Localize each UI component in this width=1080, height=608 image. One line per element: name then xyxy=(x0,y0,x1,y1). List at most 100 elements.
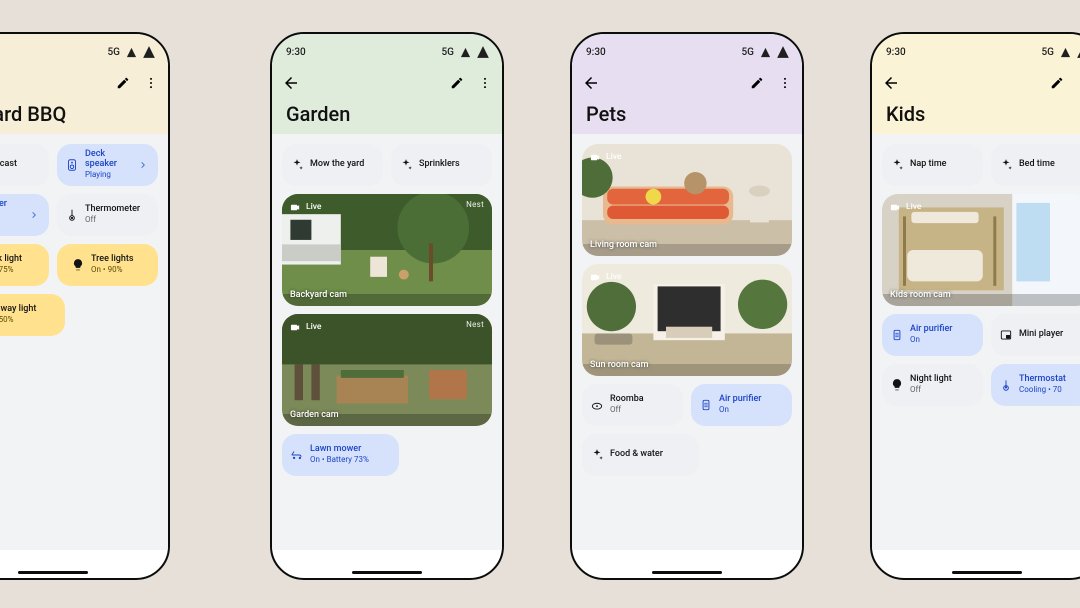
device-chip[interactable]: Bed time xyxy=(991,144,1080,186)
signal-icon xyxy=(124,45,138,59)
status-time: 9:30 xyxy=(286,47,306,58)
camera-card[interactable]: Live Kids room cam xyxy=(882,194,1080,306)
device-chip[interactable]: Sprinklers xyxy=(391,144,492,186)
device-sub: Cooling • 70 xyxy=(1019,386,1066,395)
cam-icon xyxy=(288,200,302,214)
back-icon[interactable] xyxy=(582,74,600,92)
device-chip[interactable]: Thermometer Off xyxy=(57,194,158,236)
purifier-icon xyxy=(890,328,904,342)
device-label: Broadcast xyxy=(0,160,17,170)
device-label: Nap time xyxy=(910,160,946,170)
status-network: 5G xyxy=(108,47,121,58)
miniplayer-icon xyxy=(999,328,1013,342)
signal-icon xyxy=(142,45,156,59)
mower-icon xyxy=(290,448,304,462)
device-chip[interactable]: Tree lights On • 90% xyxy=(57,244,158,286)
device-label: Roomba xyxy=(610,395,644,405)
device-label: Thermostat xyxy=(1019,375,1066,385)
pencil-icon[interactable] xyxy=(750,76,764,90)
device-sub: Off xyxy=(610,406,644,415)
more-icon[interactable] xyxy=(144,76,158,90)
signal-icon xyxy=(476,45,490,59)
home-indicator[interactable] xyxy=(18,571,88,574)
back-icon[interactable] xyxy=(882,74,900,92)
pencil-icon[interactable] xyxy=(450,76,464,90)
device-chip[interactable]: Deck speaker Playing xyxy=(57,144,158,186)
camera-card[interactable]: Live Nest Backyard cam xyxy=(282,194,492,306)
device-sub: On xyxy=(719,406,761,415)
device-label: Traeger grill xyxy=(0,200,21,220)
pencil-icon[interactable] xyxy=(116,76,130,90)
device-sub: Off xyxy=(910,386,952,395)
device-label: Deck speaker xyxy=(85,150,130,170)
camera-brand: Nest xyxy=(466,200,484,209)
cam-icon xyxy=(588,270,602,284)
cam-icon xyxy=(888,200,902,214)
bulb-icon xyxy=(71,258,85,272)
page-title: Garden xyxy=(272,100,502,134)
device-label: Tree lights xyxy=(91,255,133,265)
home-indicator[interactable] xyxy=(652,571,722,574)
status-network: 5G xyxy=(442,47,455,58)
thermostat-icon xyxy=(999,378,1013,392)
device-label: Sprinklers xyxy=(419,160,460,170)
sparkle-icon xyxy=(290,158,304,172)
chevron-right-icon xyxy=(136,158,150,172)
cam-icon xyxy=(288,320,302,334)
device-sub: On • 50% xyxy=(0,316,36,325)
cam-icon xyxy=(588,150,602,164)
camera-card[interactable]: Live Living room cam xyxy=(582,144,792,256)
device-chip[interactable]: Air purifier On xyxy=(882,314,983,356)
device-sub: On • Battery 73% xyxy=(310,456,369,465)
camera-label: Kids room cam xyxy=(890,290,951,300)
page-title: Kids xyxy=(872,100,1080,134)
device-chip[interactable]: Traeger grill On xyxy=(0,194,49,236)
device-chip[interactable]: Food & water xyxy=(582,434,699,476)
status-network: 5G xyxy=(1042,47,1055,58)
more-icon[interactable] xyxy=(478,76,492,90)
signal-icon xyxy=(758,45,772,59)
device-sub: On • 75% xyxy=(0,266,22,275)
device-chip[interactable]: Pathway light On • 50% xyxy=(0,294,65,336)
device-chip[interactable]: Mow the yard xyxy=(282,144,383,186)
device-label: Food & water xyxy=(610,450,663,460)
signal-icon xyxy=(458,45,472,59)
device-sub: Off xyxy=(85,216,140,225)
device-chip[interactable]: Deck light On • 75% xyxy=(0,244,49,286)
camera-card[interactable]: Live Nest Garden cam xyxy=(282,314,492,426)
device-chip[interactable]: Lawn mower On • Battery 73% xyxy=(282,434,399,476)
device-chip[interactable]: Thermostat Cooling • 70 xyxy=(991,364,1080,406)
back-icon[interactable] xyxy=(282,74,300,92)
home-indicator[interactable] xyxy=(352,571,422,574)
device-chip[interactable]: Nap time xyxy=(882,144,983,186)
device-label: Air purifier xyxy=(910,325,952,335)
device-label: Mini player xyxy=(1019,330,1063,340)
device-sub: Playing xyxy=(85,171,130,180)
device-chip[interactable]: Night light Off xyxy=(882,364,983,406)
device-chip[interactable]: Mini player xyxy=(991,314,1080,356)
live-badge: Live xyxy=(588,150,621,164)
camera-label: Garden cam xyxy=(290,410,339,420)
sparkle-icon xyxy=(399,158,413,172)
camera-label: Living room cam xyxy=(590,240,657,250)
robot-icon xyxy=(590,398,604,412)
more-icon[interactable] xyxy=(778,76,792,90)
camera-card[interactable]: Live Sun room cam xyxy=(582,264,792,376)
bulb-icon xyxy=(890,378,904,392)
device-sub: On • 90% xyxy=(91,266,133,275)
thermometer-icon xyxy=(65,208,79,222)
live-badge: Live xyxy=(588,270,621,284)
camera-label: Sun room cam xyxy=(590,360,648,370)
device-chip[interactable]: Broadcast xyxy=(0,144,49,186)
live-badge: Live xyxy=(288,200,321,214)
status-network: 5G xyxy=(742,47,755,58)
home-indicator[interactable] xyxy=(952,571,1022,574)
status-time: 9:30 xyxy=(586,47,606,58)
device-label: Pathway light xyxy=(0,305,36,315)
device-chip[interactable]: Roomba Off xyxy=(582,384,683,426)
device-chip[interactable]: Air purifier On xyxy=(691,384,792,426)
device-sub: On xyxy=(910,336,952,345)
pencil-icon[interactable] xyxy=(1050,76,1064,90)
device-label: Mow the yard xyxy=(310,160,364,170)
device-label: Air purifier xyxy=(719,395,761,405)
